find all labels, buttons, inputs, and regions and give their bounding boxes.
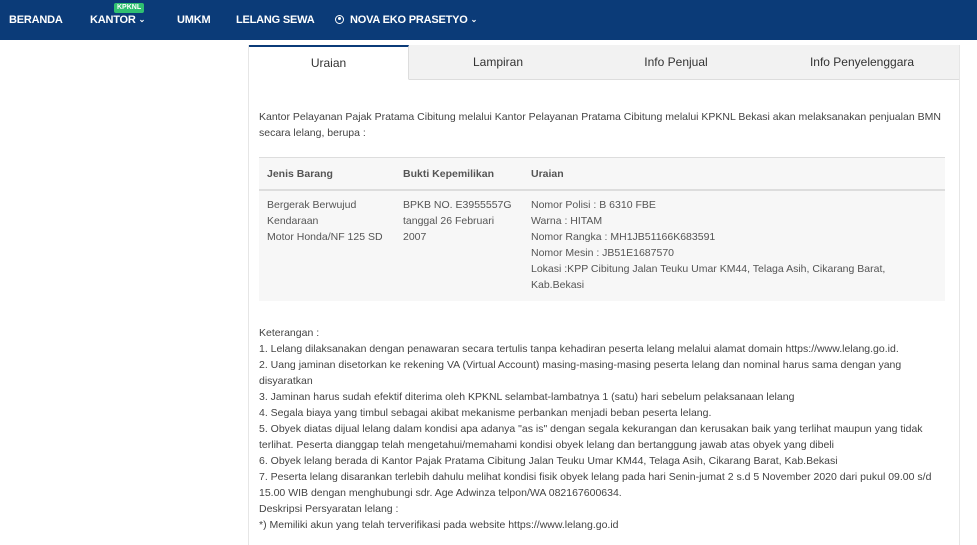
bukti-line: tanggal 26 Februari 2007 [403,215,495,243]
keterangan-section: Keterangan : 1. Lelang dilaksanakan deng… [259,325,949,533]
uraian-line: Warna : HITAM [531,215,603,227]
uraian-line: Nomor Polisi : B 6310 FBE [531,199,656,211]
tab-info-penjual[interactable]: Info Penjual [587,45,765,80]
cell-jenis-barang: Bergerak Berwujud Kendaraan Motor Honda/… [259,190,395,301]
detail-panel: Uraian Lampiran Info Penjual Info Penyel… [248,45,960,545]
cell-bukti-kepemilikan: BPKB NO. E3955557G tanggal 26 Februari 2… [395,190,523,301]
tab-uraian[interactable]: Uraian [249,45,409,80]
tab-bar: Uraian Lampiran Info Penjual Info Penyel… [249,45,959,80]
tab-info-penyelenggara[interactable]: Info Penyelenggara [765,45,959,80]
uraian-line: Nomor Rangka : MH1JB51166K683591 [531,231,716,243]
jenis-line: Motor Honda/NF 125 SD [267,231,383,243]
nav-beranda[interactable]: BERANDA [9,0,63,40]
keterangan-title: Keterangan : [259,327,320,339]
keterangan-item: 7. Peserta lelang disarankan terlebih da… [259,471,932,499]
uraian-line: Nomor Mesin : JB51E1687570 [531,247,674,259]
top-navbar: BERANDA KANTOR ⌄ KPKNL UMKM LELANG SEWA N… [0,0,977,40]
items-table: Jenis Barang Bukti Kepemilikan Uraian Be… [259,157,945,301]
nav-umkm[interactable]: UMKM [177,0,211,40]
keterangan-item: 6. Obyek lelang berada di Kantor Pajak P… [259,455,838,467]
header-bukti-kepemilikan: Bukti Kepemilikan [395,157,523,191]
keterangan-item: 3. Jaminan harus sudah efektif diterima … [259,391,795,403]
header-uraian: Uraian [523,157,945,191]
chevron-down-icon: ⌄ [470,15,478,24]
bukti-line: BPKB NO. E3955557G [403,199,512,211]
persyaratan-title: Deskripsi Persyaratan lelang : [259,503,399,515]
table-header-row: Jenis Barang Bukti Kepemilikan Uraian [259,157,945,191]
jenis-line: Bergerak Berwujud [267,199,357,211]
cell-uraian: Nomor Polisi : B 6310 FBE Warna : HITAM … [523,190,945,301]
keterangan-item: 5. Obyek diatas dijual lelang dalam kond… [259,423,923,451]
keterangan-item: 1. Lelang dilaksanakan dengan penawaran … [259,343,899,355]
keterangan-item: 4. Segala biaya yang timbul sebagai akib… [259,407,712,419]
uraian-line: Lokasi :KPP Cibitung Jalan Teuku Umar KM… [531,263,886,291]
nav-kantor-label: KANTOR [90,14,136,26]
nav-lelang-sewa[interactable]: LELANG SEWA [236,0,315,40]
user-name: NOVA EKO PRASETYO [350,14,468,26]
nav-user-menu[interactable]: NOVA EKO PRASETYO ⌄ [335,0,477,40]
jenis-line: Kendaraan [267,215,319,227]
kpknl-badge: KPKNL [114,3,145,13]
persyaratan-item: *) Memiliki akun yang telah terverifikas… [259,519,619,531]
tab-lampiran[interactable]: Lampiran [409,45,587,80]
keterangan-item: 2. Uang jaminan disetorkan ke rekening V… [259,359,902,387]
user-icon [335,15,344,24]
tab-content-uraian: Kantor Pelayanan Pajak Pratama Cibitung … [259,109,949,531]
intro-text: Kantor Pelayanan Pajak Pratama Cibitung … [259,111,941,139]
table-row: Bergerak Berwujud Kendaraan Motor Honda/… [259,190,945,301]
header-jenis-barang: Jenis Barang [259,157,395,191]
